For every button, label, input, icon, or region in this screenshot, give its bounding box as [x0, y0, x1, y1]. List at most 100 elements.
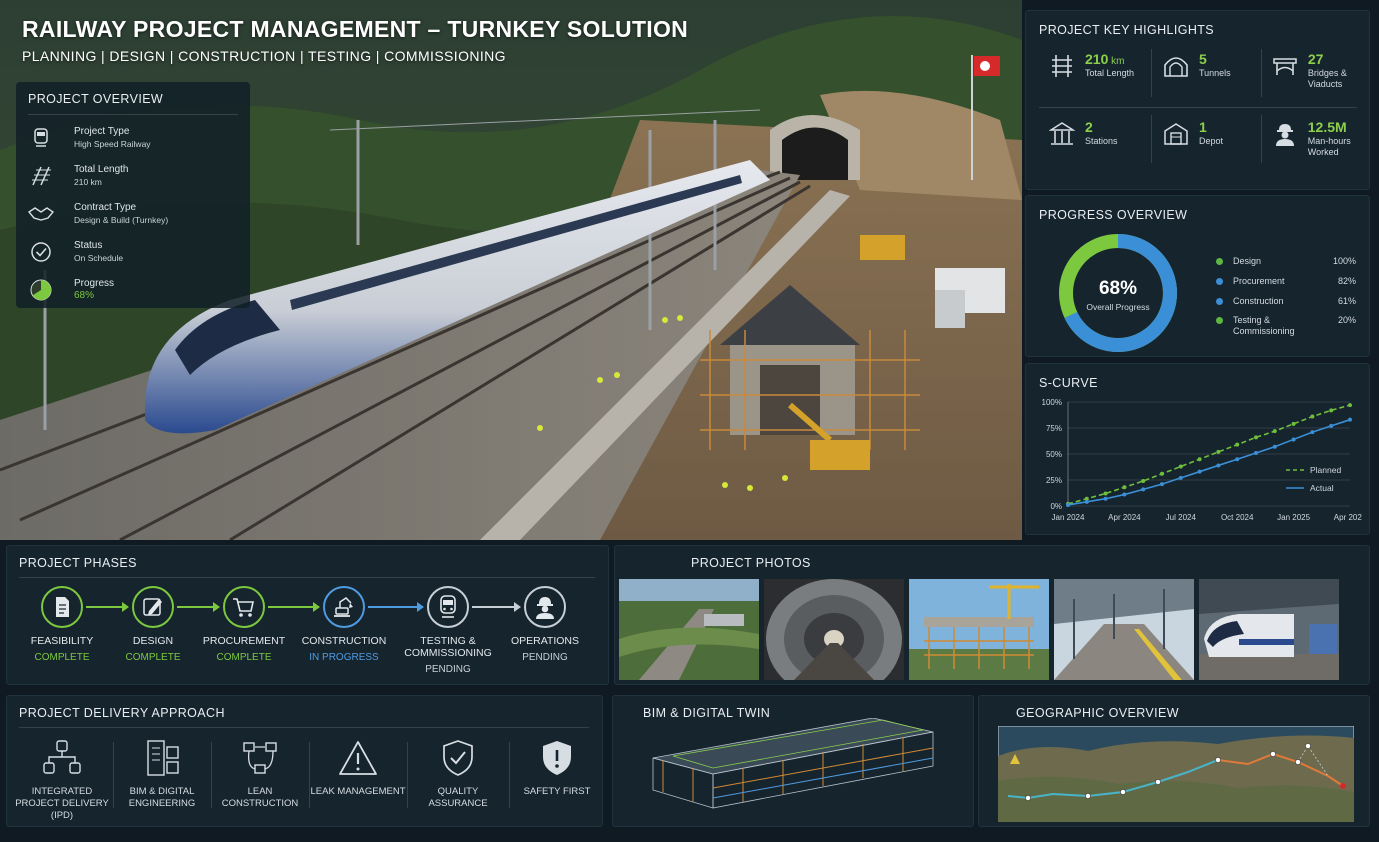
worker-icon [1271, 119, 1300, 149]
highlight-depot: 1 Depot [1161, 119, 1271, 177]
overview-label: Total Length [74, 164, 129, 175]
overview-row-progress: Progress 68% [28, 271, 238, 309]
depot-icon [1161, 119, 1191, 149]
highlight-label: Tunnels [1199, 68, 1231, 78]
data-point-actual [1178, 475, 1183, 480]
approach-label: INTEGRATED PROJECT DELIVERY (IPD) [15, 786, 109, 821]
overview-value: On Schedule [74, 253, 124, 263]
bridge-scaffold-photo[interactable] [909, 579, 1049, 680]
highlight-label: Total Length [1085, 68, 1135, 78]
phase-status: PENDING [425, 664, 471, 675]
data-point-planned [1103, 491, 1108, 496]
data-point-actual [1272, 444, 1277, 449]
hero-scene: RAILWAY PROJECT MANAGEMENT – TURNKEY SOL… [0, 0, 1022, 540]
x-tick-label: Jan 2024 [1052, 513, 1085, 522]
project-overview-panel: PROJECT OVERVIEW Project Type High Speed … [16, 82, 250, 308]
legend-pct: 82% [1337, 276, 1356, 286]
approach-ipd: INTEGRATED PROJECT DELIVERY (IPD) [12, 738, 112, 822]
phase-feasibility[interactable]: FEASIBILITY COMPLETE [17, 586, 107, 663]
overview-label: Status [74, 240, 103, 251]
y-tick-label: 0% [1050, 502, 1062, 511]
track-icon [28, 163, 54, 189]
phase-name: FEASIBILITY [30, 635, 94, 647]
progress-legend-testing: Testing & Commissioning 20% [1216, 315, 1356, 337]
y-tick-label: 75% [1046, 424, 1062, 433]
progress-legend-construction: Construction 61% [1216, 296, 1356, 307]
page-title: RAILWAY PROJECT MANAGEMENT – TURNKEY SOL… [22, 16, 689, 42]
phase-construction[interactable]: CONSTRUCTION IN PROGRESS [299, 586, 389, 663]
overview-value: High Speed Railway [74, 139, 151, 149]
approach-label: LEAN CONSTRUCTION [221, 786, 299, 809]
overview-row-project-type: Project Type High Speed Railway [28, 119, 238, 157]
x-tick-label: Jan 2025 [1277, 513, 1310, 522]
highlight-number: 12.5M [1307, 119, 1347, 135]
geographic-overview-panel: GEOGRAPHIC OVERVIEW [978, 695, 1370, 827]
legend-name: Testing & Commissioning [1233, 315, 1295, 336]
highlight-total-length: 210 km Total Length [1047, 51, 1157, 109]
handshake-icon [28, 201, 54, 227]
overall-progress-donut: 68% Overall Progress [1059, 234, 1177, 352]
design-pencil-icon [132, 586, 174, 628]
phase-testing-commissioning[interactable]: TESTING & COMMISSIONING PENDING [403, 586, 493, 675]
legend-pct: 61% [1337, 296, 1356, 306]
operator-icon [524, 586, 566, 628]
data-point-planned [1197, 457, 1202, 462]
phase-design[interactable]: DESIGN COMPLETE [108, 586, 198, 663]
data-point-planned [1329, 408, 1334, 413]
legend-dot [1216, 258, 1223, 265]
ipd-network-icon [12, 738, 112, 778]
x-tick-label: Oct 2024 [1221, 513, 1254, 522]
overview-row-total-length: Total Length 210 km [28, 157, 238, 195]
legend-pct: 20% [1337, 315, 1356, 325]
y-tick-label: 100% [1042, 398, 1062, 407]
approach-lean: LEAN CONSTRUCTION [210, 738, 310, 810]
page-subtitle: PLANNING | DESIGN | CONSTRUCTION | TESTI… [22, 48, 506, 64]
tunnel-interior-photo[interactable] [764, 579, 904, 680]
highlight-label: Man-hours Worked [1307, 136, 1351, 157]
highlight-unit: km [1108, 56, 1125, 67]
donut-center-label: Overall Progress [1086, 302, 1149, 312]
key-highlights-panel: PROJECT KEY HIGHLIGHTS 210 km Total Lengt… [1025, 10, 1370, 190]
project-phases-title: PROJECT PHASES [19, 556, 595, 578]
overview-value: Design & Build (Turnkey) [74, 215, 169, 225]
data-point-actual [1348, 417, 1352, 422]
bridge-icon [1271, 51, 1300, 81]
highlight-label: Stations [1085, 136, 1118, 146]
data-point-actual [1197, 469, 1202, 474]
aerial-railway-photo[interactable] [619, 579, 759, 680]
bim-model-illustration[interactable] [633, 718, 953, 818]
legend-name: Design [1233, 256, 1262, 266]
legend-label: Actual [1310, 483, 1334, 493]
highlight-number: 2 [1085, 119, 1093, 135]
data-point-actual [1103, 496, 1108, 501]
route-map[interactable] [998, 726, 1354, 822]
overview-value: 210 km [74, 177, 102, 187]
bim-digital-twin-panel: BIM & DIGITAL TWIN [612, 695, 974, 827]
overview-progress-value: 68% [74, 290, 95, 301]
data-point-planned [1141, 479, 1146, 484]
phase-name: DESIGN [132, 635, 174, 647]
highlight-number: 210 [1085, 51, 1109, 67]
data-point-actual [1084, 499, 1089, 504]
highlight-bridges: 27 Bridges & Viaducts [1271, 51, 1379, 109]
tunnel-icon [1161, 51, 1191, 81]
data-point-actual [1122, 492, 1127, 497]
bim-icon [112, 738, 212, 778]
depot-train-photo[interactable] [1199, 579, 1339, 680]
project-photos-panel: PROJECT PHOTOS [614, 545, 1370, 685]
data-point-planned [1235, 442, 1240, 447]
phase-name: PROCUREMENT [202, 635, 286, 647]
phase-operations[interactable]: OPERATIONS PENDING [500, 586, 590, 663]
x-tick-label: Apr 2024 [1108, 513, 1141, 522]
cart-icon [223, 586, 265, 628]
station-platform-photo[interactable] [1054, 579, 1194, 680]
overview-label: Project Type [74, 126, 130, 137]
approach-label: QUALITY ASSURANCE [428, 786, 488, 809]
data-point-actual [1329, 423, 1334, 428]
approach-safety: SAFETY FIRST [507, 738, 607, 798]
s-curve-title: S-CURVE [1039, 376, 1098, 390]
highlight-number: 5 [1199, 51, 1207, 67]
phase-procurement[interactable]: PROCUREMENT COMPLETE [199, 586, 289, 663]
data-point-actual [1141, 487, 1146, 492]
approach-label: LEAK MANAGEMENT [310, 786, 406, 797]
